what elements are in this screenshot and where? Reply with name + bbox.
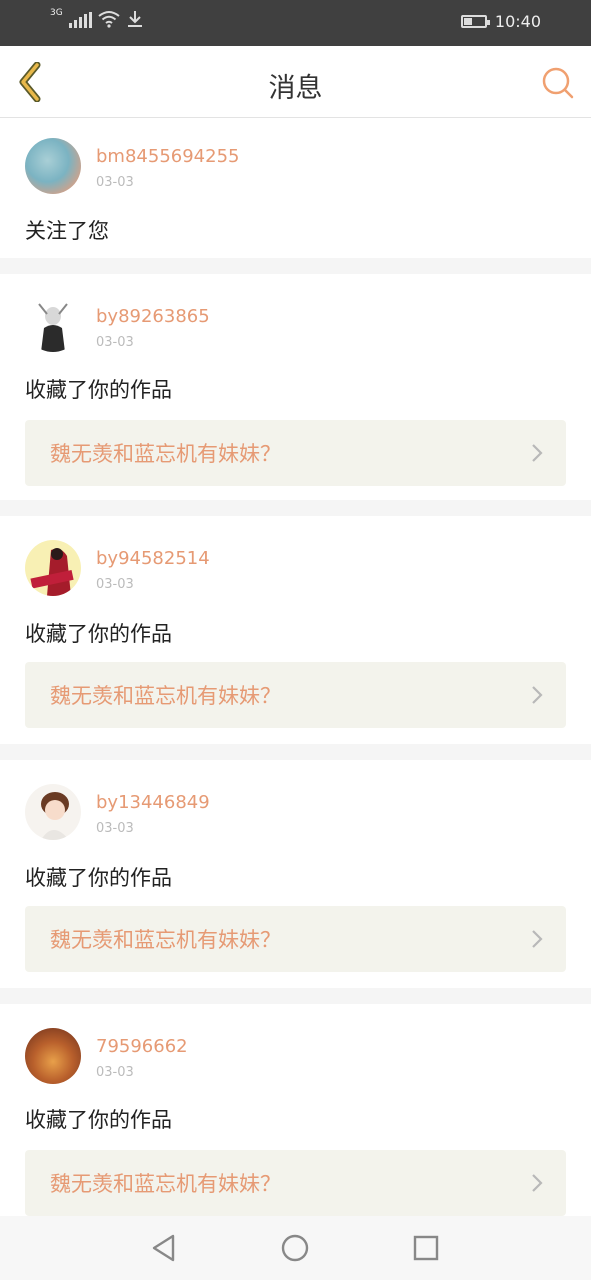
battery-icon: [460, 15, 490, 28]
work-title: 魏无羡和蓝忘机有妹妹？: [50, 928, 281, 952]
system-nav-bar: [0, 1216, 591, 1280]
work-title: 魏无羡和蓝忘机有妹妹？: [50, 1172, 281, 1196]
chevron-right-icon: [532, 686, 543, 704]
work-link[interactable]: 魏无羡和蓝忘机有妹妹？: [25, 1150, 566, 1216]
message-action: 收藏了你的作品: [25, 1108, 172, 1132]
page-title: 消息: [268, 73, 323, 104]
download-icon: [127, 11, 142, 27]
message-date: 03-03: [96, 577, 134, 592]
signal-icon: [68, 12, 92, 28]
work-link[interactable]: 魏无羡和蓝忘机有妹妹？: [25, 906, 566, 972]
work-link[interactable]: 魏无羡和蓝忘机有妹妹？: [25, 420, 566, 486]
search-button[interactable]: [541, 66, 575, 100]
user-name[interactable]: 79596662: [96, 1036, 188, 1057]
avatar[interactable]: [25, 784, 81, 840]
chevron-right-icon: [532, 930, 543, 948]
message-item: 79596662 03-03 收藏了你的作品 魏无羡和蓝忘机有妹妹？: [0, 1004, 591, 1234]
wifi-icon: [98, 11, 120, 28]
work-title: 魏无羡和蓝忘机有妹妹？: [50, 684, 281, 708]
search-icon: [542, 67, 574, 99]
message-action: 收藏了你的作品: [25, 866, 172, 890]
chevron-right-icon: [532, 444, 543, 462]
network-type: 3G: [50, 8, 63, 18]
app-header: 消息: [0, 46, 591, 118]
nav-recents-icon[interactable]: [409, 1231, 443, 1265]
status-left: 3G: [50, 8, 144, 28]
user-name[interactable]: by94582514: [96, 548, 210, 569]
status-bar: 3G 10:40: [0, 0, 591, 46]
message-list: bm8455694255 03-03 关注了您 by89263865 03-03…: [0, 118, 591, 1234]
avatar[interactable]: [25, 138, 81, 194]
user-name[interactable]: by13446849: [96, 792, 210, 813]
user-name[interactable]: by89263865: [96, 306, 210, 327]
message-item: by94582514 03-03 收藏了你的作品 魏无羡和蓝忘机有妹妹？: [0, 516, 591, 744]
message-item: by13446849 03-03 收藏了你的作品 魏无羡和蓝忘机有妹妹？: [0, 760, 591, 988]
message-date: 03-03: [96, 1065, 134, 1080]
message-action: 收藏了你的作品: [25, 622, 172, 646]
avatar[interactable]: [25, 1028, 81, 1084]
user-name[interactable]: bm8455694255: [96, 146, 239, 167]
nav-home-icon[interactable]: [278, 1231, 312, 1265]
nav-back-icon[interactable]: [147, 1231, 181, 1265]
message-date: 03-03: [96, 175, 134, 190]
avatar[interactable]: [25, 540, 81, 596]
work-link[interactable]: 魏无羡和蓝忘机有妹妹？: [25, 662, 566, 728]
chevron-right-icon: [532, 1174, 543, 1192]
avatar[interactable]: [25, 296, 81, 352]
work-title: 魏无羡和蓝忘机有妹妹？: [50, 442, 281, 466]
message-date: 03-03: [96, 335, 134, 350]
message-item: bm8455694255 03-03 关注了您: [0, 118, 591, 258]
message-action: 收藏了你的作品: [25, 378, 172, 402]
message-item: by89263865 03-03 收藏了你的作品 魏无羡和蓝忘机有妹妹？: [0, 274, 591, 500]
message-action: 关注了您: [25, 219, 109, 243]
clock: 10:40: [494, 12, 541, 31]
status-right: 10:40: [460, 12, 541, 31]
message-date: 03-03: [96, 821, 134, 836]
